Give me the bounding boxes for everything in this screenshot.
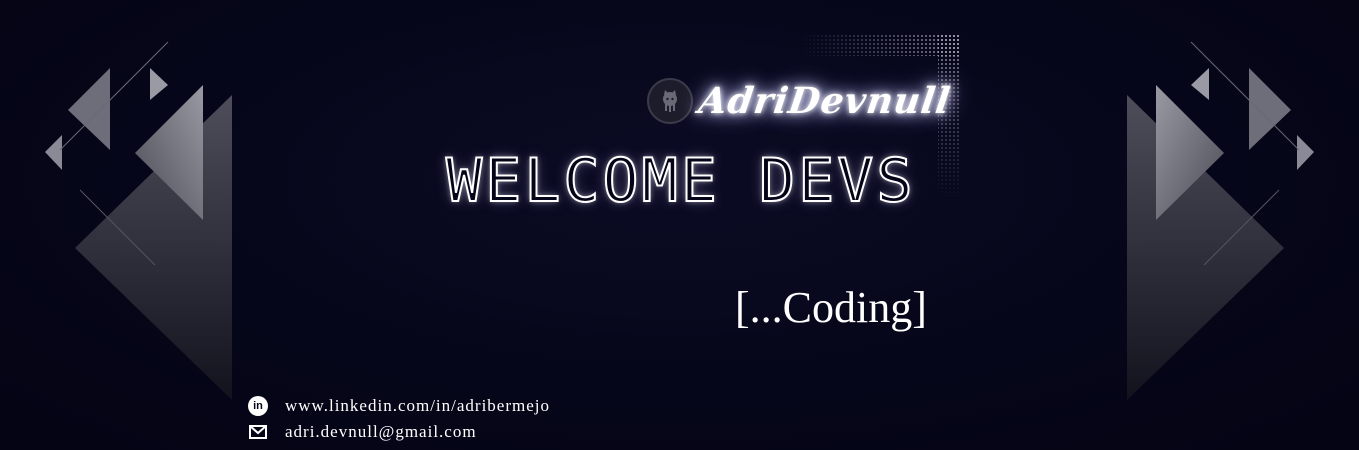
contact-linkedin[interactable]: in www.linkedin.com/in/adribermejo xyxy=(247,393,550,419)
linkedin-icon: in xyxy=(247,395,269,417)
brand-logo-text: AdriDevnull xyxy=(696,80,954,122)
email-address[interactable]: adri.devnull@gmail.com xyxy=(285,422,477,442)
tagline: [...Coding] xyxy=(735,283,927,332)
right-geometric-decoration xyxy=(1127,41,1314,400)
page-title: WELCOME DEVS xyxy=(445,145,916,217)
github-octocat-icon xyxy=(647,78,693,124)
contact-email[interactable]: adri.devnull@gmail.com xyxy=(247,419,550,445)
contact-list: in www.linkedin.com/in/adribermejo adri.… xyxy=(247,393,550,445)
mail-icon xyxy=(247,421,269,443)
banner: AdriDevnull WELCOME DEVS [...Coding] in … xyxy=(0,0,1359,450)
left-geometric-decoration xyxy=(45,41,232,400)
linkedin-url[interactable]: www.linkedin.com/in/adribermejo xyxy=(285,396,550,416)
brand-logo: AdriDevnull xyxy=(647,78,954,124)
